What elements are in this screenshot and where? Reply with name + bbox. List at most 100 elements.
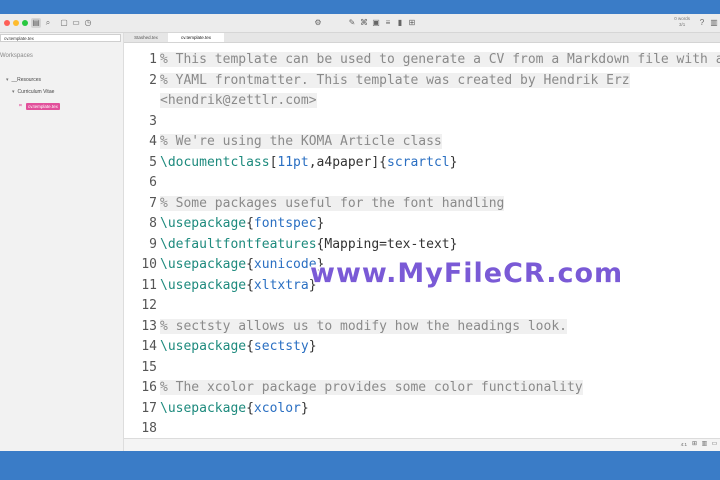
close-window-button[interactable] bbox=[4, 20, 10, 26]
line-number: 8 bbox=[149, 216, 157, 231]
cursor-position: 4:1 bbox=[680, 442, 687, 447]
code-line[interactable]: 5 \documentclass[11pt,a4paper]{scrartcl} bbox=[124, 153, 720, 173]
code-text: % This template can be used to generate … bbox=[160, 50, 720, 70]
code-line[interactable]: 16% The xcolor package provides some col… bbox=[124, 378, 720, 398]
search-input[interactable]: cv.template.tex bbox=[0, 34, 121, 42]
code-line[interactable]: 13% sectsty allows us to modify how the … bbox=[124, 317, 720, 337]
new-file-icon[interactable]: ▢ bbox=[59, 18, 69, 28]
line-number: 18 bbox=[141, 421, 157, 436]
search-icon[interactable]: ⌕ bbox=[43, 18, 53, 28]
code-line[interactable]: 4% We're using the KOMA Article class bbox=[124, 132, 720, 152]
minimize-window-button[interactable] bbox=[13, 20, 19, 26]
code-editor[interactable]: 1% This template can be used to generate… bbox=[124, 43, 720, 439]
code-token: sectsty bbox=[253, 339, 309, 354]
code-text: \usepackage{xunicode} bbox=[160, 255, 324, 275]
line-number: 9 bbox=[149, 236, 157, 252]
word-count: 0 words 3/1 bbox=[674, 16, 690, 28]
link-icon[interactable]: ⌘ bbox=[359, 18, 369, 28]
code-token: % Some packages useful for the font hand… bbox=[160, 195, 505, 211]
code-line[interactable]: 8 \usepackage{fontspec} bbox=[124, 214, 720, 234]
code-line[interactable]: 15 bbox=[124, 358, 720, 378]
code-token: xltxtra bbox=[253, 277, 309, 293]
code-line[interactable]: 14 \usepackage{sectsty} bbox=[124, 337, 720, 357]
code-token: } bbox=[449, 154, 458, 170]
grid-icon[interactable]: ⊞ bbox=[691, 441, 698, 448]
code-token: } bbox=[300, 400, 309, 416]
code-token: } bbox=[316, 216, 325, 231]
chevron-down-icon: ▾ bbox=[12, 89, 15, 95]
line-number: 14 bbox=[141, 339, 157, 354]
code-token: { bbox=[246, 257, 254, 272]
code-line[interactable]: 18 bbox=[124, 419, 720, 439]
comment-icon[interactable]: ▭ bbox=[711, 441, 718, 448]
line-number: 3 bbox=[149, 113, 157, 129]
history-icon[interactable]: ◷ bbox=[83, 18, 93, 28]
sidebar-right-icon[interactable]: ▥ bbox=[709, 18, 719, 28]
status-bar: 4:1 ⊞ ▥ ▭ bbox=[124, 438, 720, 451]
line-number: 17 bbox=[141, 400, 157, 416]
code-token: ,a4paper]{ bbox=[308, 154, 387, 170]
line-number: 5 bbox=[149, 154, 157, 170]
watermark-text: www.MyFileCR.com bbox=[310, 258, 624, 289]
list-icon[interactable]: ≡ bbox=[383, 18, 393, 28]
code-line[interactable]: 7% Some packages useful for the font han… bbox=[124, 194, 720, 214]
bookmark-icon[interactable]: ▮ bbox=[395, 18, 405, 28]
maximize-window-button[interactable] bbox=[22, 20, 28, 26]
selected-file-item[interactable]: cv.template.tex bbox=[26, 103, 60, 110]
code-token: \defaultfontfeatures bbox=[160, 236, 317, 252]
code-line[interactable]: 9 \defaultfontfeatures{Mapping=tex-text} bbox=[124, 235, 720, 255]
chevron-down-icon: ▾ bbox=[6, 77, 9, 83]
code-token: \usepackage bbox=[160, 257, 247, 272]
toolbar: ▤ ⌕ ▢ ▭ ◷ ⚙ ✎ ⌘ ▣ ≡ ▮ ⊞ 0 words 3/1 ? ▥ bbox=[0, 14, 720, 33]
code-text: % Some packages useful for the font hand… bbox=[160, 194, 505, 214]
image-icon[interactable]: ▣ bbox=[371, 18, 381, 28]
tree-item-curriculum-vitae[interactable]: ▾ Curriculum Vitae bbox=[12, 89, 54, 95]
line-number: 15 bbox=[141, 359, 157, 375]
edit-icon[interactable]: ✎ bbox=[347, 18, 357, 28]
code-token: <hendrik@zettlr.com> bbox=[160, 93, 317, 108]
code-line[interactable]: 12 bbox=[124, 296, 720, 316]
code-line[interactable]: 1% This template can be used to generate… bbox=[124, 50, 720, 70]
folder-icon[interactable]: ▭ bbox=[71, 18, 81, 28]
code-text: % sectsty allows us to modify how the he… bbox=[160, 317, 567, 337]
code-token: fontspec bbox=[253, 216, 317, 231]
table-icon[interactable]: ⊞ bbox=[407, 18, 417, 28]
line-number: 6 bbox=[149, 175, 157, 190]
sidebar-toggle-icon[interactable]: ▤ bbox=[31, 18, 41, 28]
code-text: % YAML frontmatter. This template was cr… bbox=[160, 71, 630, 91]
code-text: % We're using the KOMA Article class bbox=[160, 132, 442, 152]
code-token: \usepackage bbox=[160, 216, 247, 231]
code-line[interactable]: 3 bbox=[124, 112, 720, 132]
code-token: { bbox=[246, 400, 254, 416]
code-token: } bbox=[308, 339, 317, 354]
help-icon[interactable]: ? bbox=[697, 18, 707, 28]
code-token: % The xcolor package provides some color… bbox=[160, 380, 583, 395]
tree-item-resources[interactable]: ▾ __Resources bbox=[6, 77, 41, 83]
code-text: \documentclass[11pt,a4paper]{scrartcl} bbox=[160, 153, 457, 173]
code-token: 11pt bbox=[277, 154, 309, 170]
code-text: \usepackage{xltxtra} bbox=[160, 276, 317, 296]
line-number: 16 bbox=[141, 380, 157, 395]
settings-icon[interactable]: ⚙ bbox=[313, 18, 323, 28]
tab-stashed[interactable]: Stashed.tex bbox=[124, 33, 168, 42]
chart-icon[interactable]: ▥ bbox=[701, 441, 708, 448]
code-token: {Mapping=tex-text} bbox=[316, 236, 458, 252]
line-number: 13 bbox=[141, 318, 157, 334]
code-token: xcolor bbox=[253, 400, 301, 416]
workspaces-heading: Workspaces bbox=[0, 53, 33, 59]
file-sidebar: cv.template.tex Workspaces ▾ __Resources … bbox=[0, 33, 124, 451]
code-line[interactable]: 6 bbox=[124, 173, 720, 193]
code-token: { bbox=[246, 339, 254, 354]
code-line[interactable]: 17 \usepackage{xcolor} bbox=[124, 399, 720, 419]
code-line[interactable]: 2% YAML frontmatter. This template was c… bbox=[124, 71, 720, 91]
tree-item-label: Curriculum Vitae bbox=[17, 89, 55, 95]
tex-file-icon: ⌗ bbox=[19, 103, 22, 109]
line-number: 12 bbox=[141, 298, 157, 313]
tab-cv-template[interactable]: cv.template.tex bbox=[168, 33, 224, 42]
line-number: 4 bbox=[149, 134, 157, 149]
line-number: 7 bbox=[149, 195, 157, 211]
code-text: \usepackage{fontspec} bbox=[160, 214, 324, 234]
char-count-label: 3/1 bbox=[678, 22, 686, 27]
code-token: % We're using the KOMA Article class bbox=[160, 134, 442, 149]
app-window: ▤ ⌕ ▢ ▭ ◷ ⚙ ✎ ⌘ ▣ ≡ ▮ ⊞ 0 words 3/1 ? ▥ … bbox=[0, 14, 720, 451]
